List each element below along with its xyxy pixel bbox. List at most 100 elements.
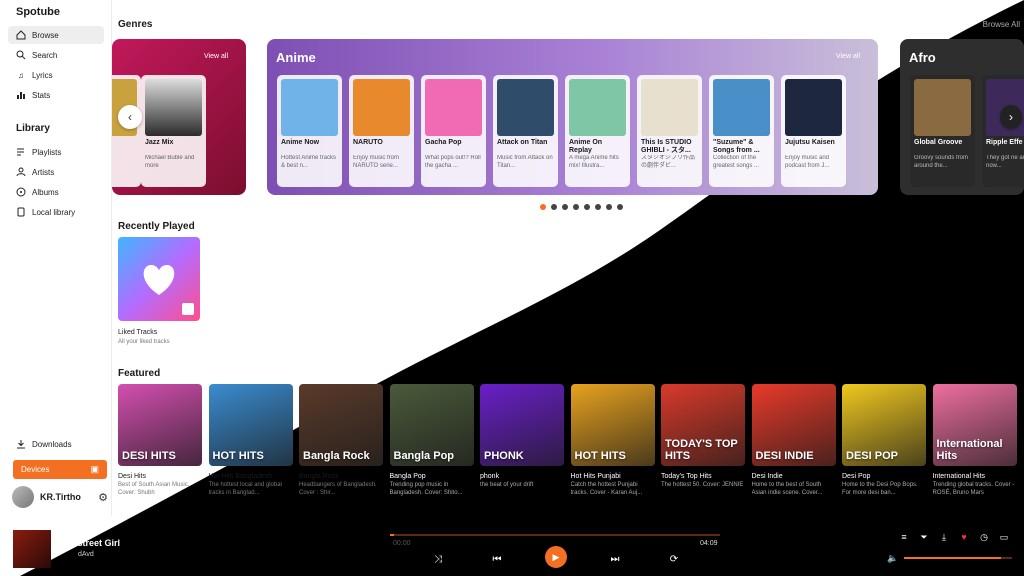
next-button[interactable]: ⏭ [606,550,624,568]
cover-label: International Hits [936,438,1003,462]
cover-label: DESI POP [846,450,898,462]
carousel-dots [540,204,623,210]
playlist-desc: Trending global tracks. Cover - ROSÉ, Br… [932,482,1015,496]
featured-playlist-card[interactable]: TODAY'S TOP HITS Today's Top Hits The hott… [661,384,745,497]
carousel-dot[interactable] [573,204,579,210]
browse-all-link[interactable]: Browse All [983,20,1020,29]
playlist-card[interactable]: Jujutsu Kaisen Enjoy music and podcast fr… [781,75,846,187]
playlist-cover [281,79,338,136]
sidebar-item-stats[interactable]: Stats [8,86,104,104]
download-icon: ⤓ [942,531,946,542]
featured-playlist-card[interactable]: DESI HITS Desi Hits Best of South Asian Mu… [118,384,202,497]
volume-button[interactable]: 🔈 [886,551,900,565]
playlist-title: phonk [480,473,500,480]
playlist-desc: Michael Bublé and more [145,155,195,169]
devices-button[interactable]: Devices ▣ [13,460,107,479]
playlist-card[interactable]: Gacha Pop What pops out!? Roll the gacha … [421,75,486,187]
sidebar-item-albums[interactable]: Albums [8,183,104,201]
featured-playlist-card[interactable]: HOT HITS Hot Hits Bangladesh The hottest l… [208,384,293,497]
playlist-cover: HOT HITS [208,384,293,466]
sidebar-item-label: Stats [32,90,51,100]
repeat-button[interactable]: ⟳ [665,550,683,568]
playlist-title: This Is STUDIO GHIBLI - スタ... [641,139,692,154]
skip-next-icon: ⏭ [610,553,620,565]
mini-player-button[interactable]: ▭ [997,530,1011,544]
sidebar-item-playlists[interactable]: Playlists [8,143,104,161]
carousel-dot[interactable] [617,204,623,210]
playlist-desc: What pops out!? Roll the gacha ... [425,155,481,169]
track-artist[interactable]: dAvd [78,551,94,558]
playlist-desc: Best of South Asian Music. Cover: Shubh [118,482,190,496]
playlist-cover [641,79,698,136]
playlist-card[interactable]: NARUTO Enjoy music from NARUTO serie... [349,75,414,187]
playlist-card[interactable]: Attack on Titan Music from Attack on Tita… [493,75,558,187]
playlist-cover [914,79,971,136]
view-all-link[interactable]: View all [204,53,228,60]
playlist-card[interactable]: Global Groove Groovy sounds from around t… [910,75,975,187]
featured-playlist-card[interactable]: Bangla Pop Bangla Pop Trending pop music i… [389,384,474,497]
cover-label: HOT HITS [212,450,264,462]
playlist-title: Desi Indie [751,473,783,480]
playlist-desc: Music from Attack on Titan... [497,155,553,169]
playlist-card[interactable]: Anime On Replay A mega Anime hits mix! Il… [565,75,630,187]
progress-slider[interactable] [390,534,720,536]
playlist-card[interactable]: This Is STUDIO GHIBLI - スタ... スタジオジブリ作品の劇… [637,75,702,187]
genre-card-anime[interactable]: Anime View all Anime Now Hottest Anime tr… [267,39,878,195]
like-button[interactable]: ♥ [957,530,971,544]
sidebar-item-artists[interactable]: Artists [8,163,104,181]
playlist-card[interactable]: and [112,75,141,187]
playlist-desc: Home to the Desi Pop Bops. For more desi… [842,482,918,496]
genre-name: Anime [276,50,316,65]
play-button[interactable]: ▶ [545,546,567,568]
carousel-next-button[interactable]: › [1000,105,1022,129]
queue-button[interactable]: ≡ [897,530,911,544]
playlist-card[interactable]: "Suzume" & Songs from ... Collection of t… [709,75,774,187]
filter-button[interactable]: ⏷ [917,530,931,544]
track-title[interactable]: Backstreet Girl [56,538,120,548]
carousel-dot[interactable] [562,204,568,210]
playlist-desc: A mega Anime hits mix! Illustra... [569,155,619,169]
carousel-dot[interactable] [551,204,557,210]
sidebar-item-local-library[interactable]: Local library [8,203,104,221]
view-all-link[interactable]: View all [836,53,860,60]
volume-slider[interactable] [904,557,1012,559]
featured-playlist-card[interactable]: Bangla Rock Bangla Rock Headbangers of Ban… [299,384,383,497]
liked-tracks-card[interactable] [118,237,200,321]
sidebar-item-label: Browse [32,30,59,40]
sidebar-item-downloads[interactable]: Downloads [8,435,104,453]
playlist-cover: PHONK [480,384,564,466]
queue-icon: ≡ [901,532,907,542]
gear-icon[interactable]: ⚙ [98,491,108,504]
user-profile[interactable]: KR.Tirtho ⚙ [12,486,108,508]
playlist-desc: the beat of your drift [480,482,534,488]
bar-chart-icon [16,90,26,100]
carousel-dot[interactable] [606,204,612,210]
featured-playlist-card[interactable]: DESI POP Desi Pop Home to the Desi Pop Bop… [842,384,926,497]
download-button[interactable]: ⤓ [937,530,951,544]
sidebar-item-search[interactable]: Search [8,46,104,64]
recently-played-heading: Recently Played [118,221,195,232]
carousel-dot[interactable] [540,204,546,210]
playlist-card[interactable]: Jazz Mix Michael Bublé and more [141,75,206,187]
playlist-desc: Groovy sounds from around the... [914,155,969,169]
featured-playlist-card[interactable]: HOT HITS Hot Hits Punjabi Catch the hottes… [570,384,655,497]
app-title: Spotube [16,6,60,18]
sidebar-item-browse[interactable]: Browse [8,26,104,44]
sidebar-item-lyrics[interactable]: ♫ Lyrics [8,66,104,84]
playlist-card[interactable]: Ripple Effe They got ne and now... [982,75,1024,187]
history-button[interactable]: ◷ [977,530,991,544]
carousel-dot[interactable] [584,204,590,210]
carousel-dot[interactable] [595,204,601,210]
featured-playlist-card[interactable]: PHONK phonk the beat of your drift [480,384,564,497]
previous-button[interactable]: ⏮ [488,550,506,568]
time-total: 04:09 [700,540,718,547]
playlist-card[interactable]: Anime Now Hottest Anime tracks & best n..… [277,75,342,187]
featured-playlist-card[interactable]: DESI INDIE Desi Indie Home to the best of … [751,384,836,497]
featured-playlist-card[interactable]: International Hits International Hits Tren… [932,384,1017,497]
repeat-icon: ⟳ [669,553,679,565]
genre-name: Afro [909,50,936,65]
track-cover[interactable] [13,530,51,568]
shuffle-button[interactable]: ⤨ [429,550,447,568]
carousel-prev-button[interactable]: ‹ [118,105,142,129]
playlist-desc: スタジオジブリ作品の劇伴ダビ... [641,155,696,169]
